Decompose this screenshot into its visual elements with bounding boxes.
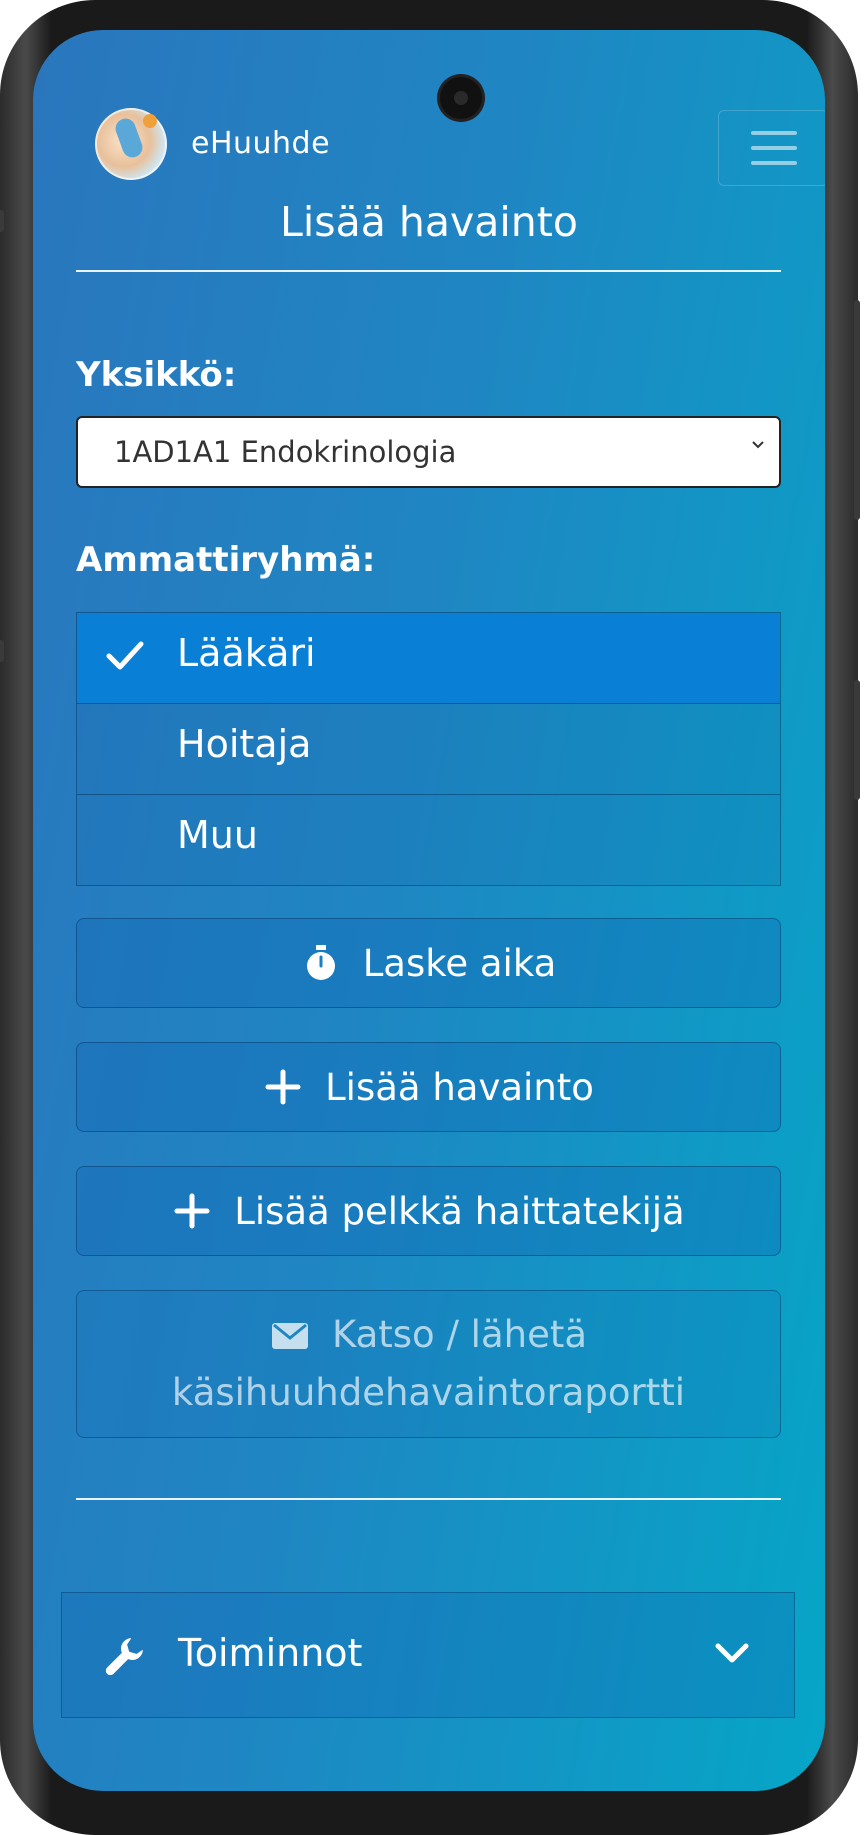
plus-icon	[174, 1193, 210, 1229]
check-icon	[106, 641, 144, 670]
add-risk-factor-button-label: Lisää pelkkä haittatekijä	[234, 1189, 685, 1233]
chevron-down-icon	[715, 1643, 749, 1663]
report-button-label-line1: Katso / lähetä	[331, 1313, 588, 1356]
profession-option-laakari[interactable]: Lääkäri	[77, 613, 780, 703]
brand-name[interactable]: eHuuhde	[191, 126, 330, 161]
side-button	[854, 680, 860, 800]
side-button	[0, 210, 4, 232]
profession-option-hoitaja[interactable]: Hoitaja	[77, 703, 780, 794]
chevron-down-icon	[752, 441, 764, 449]
profession-option-label: Muu	[177, 813, 258, 857]
app-logo-icon[interactable]	[95, 108, 167, 180]
timer-button[interactable]: Laske aika	[76, 918, 781, 1008]
profession-option-label: Lääkäri	[177, 631, 316, 675]
profession-option-muu[interactable]: Muu	[77, 794, 780, 885]
divider	[76, 1498, 781, 1500]
page-title: Lisää havainto	[280, 198, 578, 246]
profession-label: Ammattiryhmä:	[76, 540, 376, 580]
report-button-label-line2: käsihuuhdehavaintoraportti	[171, 1371, 686, 1414]
wrench-icon	[105, 1638, 143, 1676]
add-observation-button[interactable]: Lisää havainto	[76, 1042, 781, 1132]
report-button[interactable]: Katso / lähetä käsihuuhdehavaintoraportt…	[76, 1290, 781, 1438]
screen: eHuuhde Lisää havainto Yksikkö: 1AD1A1 E…	[33, 30, 825, 1791]
profession-option-label: Hoitaja	[177, 722, 312, 766]
device-frame: eHuuhde Lisää havainto Yksikkö: 1AD1A1 E…	[0, 0, 860, 1835]
plus-icon	[265, 1069, 301, 1105]
envelope-icon	[271, 1323, 308, 1349]
stopwatch-icon	[306, 945, 335, 980]
camera-icon	[440, 77, 482, 119]
side-button	[854, 300, 860, 520]
side-button	[0, 640, 4, 662]
functions-accordion[interactable]: Toiminnot	[61, 1592, 795, 1718]
add-observation-button-label: Lisää havainto	[325, 1065, 594, 1109]
divider	[76, 270, 781, 272]
add-risk-factor-button[interactable]: Lisää pelkkä haittatekijä	[76, 1166, 781, 1256]
menu-icon[interactable]	[718, 110, 825, 186]
profession-list: Lääkäri Hoitaja Muu	[76, 612, 781, 886]
timer-button-label: Laske aika	[362, 941, 557, 985]
unit-label: Yksikkö:	[76, 355, 237, 395]
unit-select[interactable]: 1AD1A1 Endokrinologia	[76, 416, 781, 488]
navbar: eHuuhde	[63, 78, 825, 188]
unit-select-value: 1AD1A1 Endokrinologia	[114, 435, 457, 469]
functions-label: Toiminnot	[178, 1631, 363, 1675]
